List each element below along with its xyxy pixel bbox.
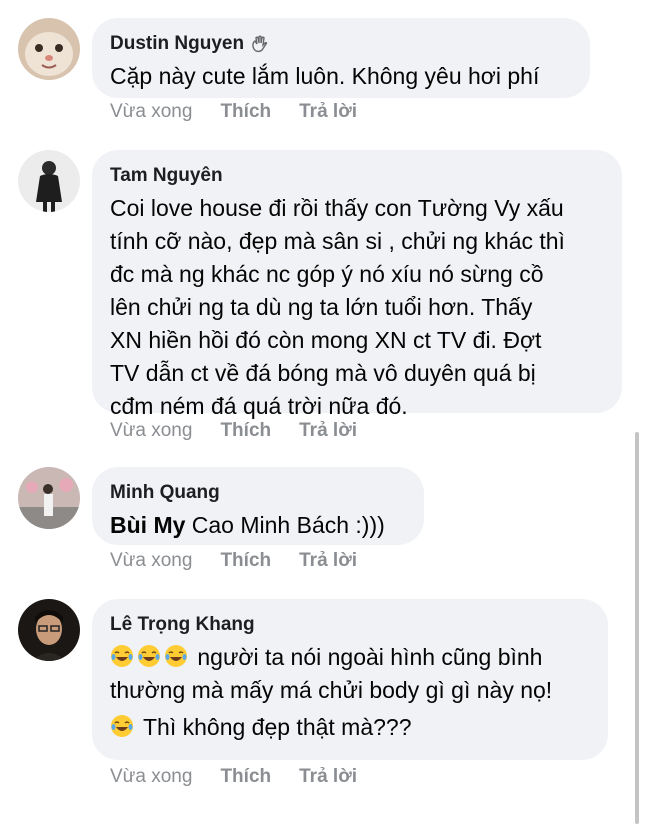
reply-button[interactable]: Trả lời [299, 550, 357, 572]
comment-actions: Vừa xong Thích Trả lời [110, 101, 385, 123]
comment-text: Bùi My Cao Minh Bách :))) [110, 509, 404, 542]
timestamp: Vừa xong [110, 101, 193, 122]
reply-button[interactable]: Trả lời [299, 420, 357, 442]
face-with-tears-of-joy-icon [165, 645, 187, 667]
like-button[interactable]: Thích [220, 101, 271, 123]
like-button[interactable]: Thích [220, 420, 271, 442]
person-avatar-icon [18, 467, 80, 529]
face-with-tears-of-joy-icon [111, 645, 133, 667]
mention-link[interactable]: Bùi My [110, 512, 185, 538]
text-line: thường mà mấy má chửi body gì gì này nọ! [110, 677, 553, 703]
scrollbar[interactable] [635, 432, 639, 824]
comment-bubble: Lê Trọng Khang người ta nói ngoài hình c… [92, 599, 608, 760]
text-line: đc mà ng khác nc góp ý nó xíu nó sừng cồ [110, 261, 544, 287]
reply-button[interactable]: Trả lời [299, 766, 357, 788]
like-button[interactable]: Thích [220, 766, 271, 788]
comment-text: Coi love house đi rồi thấy con Tường Vy … [110, 192, 602, 423]
reply-button[interactable]: Trả lời [299, 101, 357, 123]
text-line: cđm ném đá quá trời nữa đó. [110, 393, 408, 419]
avatar[interactable] [18, 18, 80, 80]
comment-bubble: Tam Nguyên Coi love house đi rồi thấy co… [92, 150, 622, 419]
waving-hand-icon [252, 35, 268, 53]
comment-actions: Vừa xong Thích Trả lời [110, 550, 385, 572]
comment-text: Cặp này cute lắm luôn. Không yêu hơi phí [110, 63, 540, 89]
person-avatar-icon [18, 599, 80, 661]
face-with-tears-of-joy-icon [138, 645, 160, 667]
comment-actions: Vừa xong Thích Trả lời [110, 766, 385, 788]
text-line: TV dẫn ct về đá bóng mà vô duyên quá bị [110, 360, 536, 386]
cat-avatar-icon [18, 18, 80, 80]
comment-text: người ta nói ngoài hình cũng bình thường… [110, 641, 588, 744]
text-line: XN hiền hồi đó còn mong XN ct TV đi. Đợt [110, 327, 542, 353]
avatar[interactable] [18, 467, 80, 529]
text-line: Coi love house đi rồi thấy con Tường Vy … [110, 195, 564, 221]
commenter-name[interactable]: Tam Nguyên [110, 164, 602, 188]
text-line: lên chửi ng ta dù ng ta lớn tuổi hơn. Th… [110, 294, 533, 320]
commenter-name[interactable]: Minh Quang [110, 481, 404, 505]
person-avatar-icon [18, 150, 80, 212]
timestamp: Vừa xong [110, 766, 193, 787]
avatar[interactable] [18, 150, 80, 212]
comment-bubble: Minh Quang Bùi My Cao Minh Bách :))) [92, 467, 424, 545]
text-line: người ta nói ngoài hình cũng bình [197, 644, 543, 670]
comment-bubble: Dustin Nguyen Cặp này cute lắm luôn. Khô… [92, 18, 590, 98]
timestamp: Vừa xong [110, 420, 193, 441]
text-line: Thì không đẹp thật mà??? [142, 714, 412, 740]
avatar[interactable] [18, 599, 80, 661]
text-line: tính cỡ nào, đẹp mà sân si , chửi ng khá… [110, 228, 565, 254]
commenter-name[interactable]: Dustin Nguyen [110, 32, 244, 56]
timestamp: Vừa xong [110, 550, 193, 571]
commenter-name[interactable]: Lê Trọng Khang [110, 613, 588, 637]
face-with-tears-of-joy-icon [111, 715, 133, 737]
comment-body: Cao Minh Bách :))) [191, 512, 385, 538]
like-button[interactable]: Thích [220, 550, 271, 572]
comment-actions: Vừa xong Thích Trả lời [110, 420, 385, 442]
